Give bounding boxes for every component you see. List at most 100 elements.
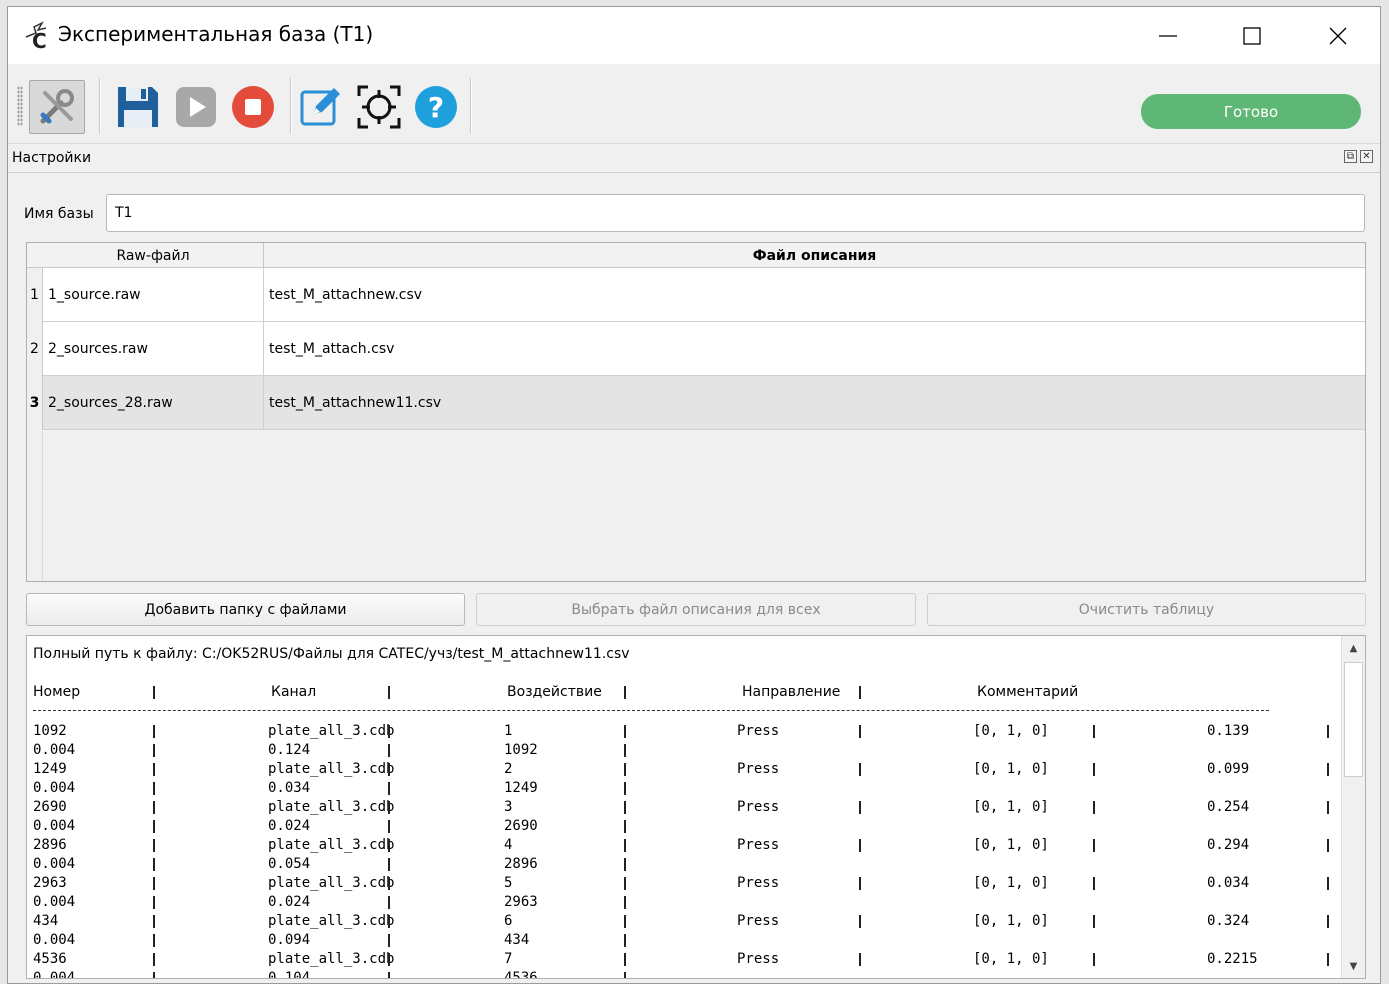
header-direction: Направление (742, 684, 841, 700)
target-button[interactable] (351, 80, 407, 134)
stop-button[interactable] (225, 80, 281, 134)
help-icon: ? (415, 86, 457, 128)
raw-file-cell[interactable]: 1_source.raw (43, 268, 264, 322)
cell-channel-second-line: 0.054 (268, 856, 311, 872)
column-divider (388, 877, 390, 890)
cell-direction: Press (737, 723, 780, 739)
cell-number-second-line: 0.004 (33, 780, 76, 796)
row-number[interactable]: 1 (27, 268, 43, 322)
play-icon (176, 87, 216, 127)
float-dock-button[interactable]: ⧉ (1344, 150, 1357, 163)
cell-number-second-line: 0.004 (33, 894, 76, 910)
column-divider (624, 915, 626, 928)
column-divider (1093, 953, 1095, 966)
settings-dock-header: Настройки ⧉ ✕ (8, 145, 1380, 173)
column-divider (153, 763, 155, 776)
toolbar-separator (290, 78, 291, 134)
cell-effect-second-line: 2690 (504, 818, 538, 834)
minimize-icon (1159, 34, 1177, 37)
column-divider (624, 763, 626, 776)
column-divider (1327, 839, 1329, 852)
cell-channel: plate_all_3.cdb (268, 913, 395, 929)
column-divider (388, 934, 390, 947)
vertical-scrollbar[interactable]: ▲ ▼ (1341, 636, 1365, 978)
cell-channel-second-line: 0.104 (268, 970, 311, 979)
column-divider (624, 934, 626, 947)
target-icon (357, 85, 401, 129)
save-button[interactable] (110, 80, 166, 134)
raw-file-cell[interactable]: 2_sources_28.raw (43, 376, 264, 430)
cell-effect: 1 (504, 723, 513, 739)
column-divider (153, 896, 155, 909)
table-row[interactable]: 1 1_source.raw test_M_attachnew.csv (27, 268, 1365, 322)
column-divider (388, 782, 390, 795)
help-button[interactable]: ? (408, 80, 464, 134)
clear-table-button[interactable]: Очистить таблицу (927, 593, 1366, 626)
row-number[interactable]: 2 (27, 322, 43, 376)
maximize-icon (1243, 26, 1261, 45)
description-file-cell[interactable]: test_M_attach.csv (264, 322, 1365, 376)
row-number[interactable]: 3 (27, 376, 43, 430)
cell-channel-second-line: 0.024 (268, 894, 311, 910)
settings-tool-button[interactable] (29, 80, 85, 134)
cell-vector: [0, 1, 0] (973, 761, 1049, 777)
column-divider (388, 820, 390, 833)
cell-channel-second-line: 0.124 (268, 742, 311, 758)
table-row[interactable]: 2 2_sources.raw test_M_attach.csv (27, 322, 1365, 376)
column-header-raw[interactable]: Raw-файл (43, 243, 264, 268)
column-divider (1093, 801, 1095, 814)
toolbar-separator (470, 78, 471, 134)
column-divider (388, 972, 390, 978)
cell-number-second-line: 0.004 (33, 856, 76, 872)
description-file-cell[interactable]: test_M_attachnew.csv (264, 268, 1365, 322)
cell-value: 0.324 (1207, 913, 1250, 929)
add-folder-button[interactable]: Добавить папку с файлами (26, 593, 465, 626)
column-header-description[interactable]: Файл описания (264, 243, 1365, 268)
db-name-input[interactable] (106, 194, 1365, 232)
cell-direction: Press (737, 837, 780, 853)
column-divider (859, 725, 861, 738)
cell-channel: plate_all_3.cdb (268, 837, 395, 853)
file-preview[interactable]: Полный путь к файлу: C:/OK52RUS/Файлы дл… (26, 635, 1366, 979)
table-row-selected[interactable]: 3 2_sources_28.raw test_M_attachnew11.cs… (27, 376, 1365, 430)
cell-channel: plate_all_3.cdb (268, 951, 395, 967)
svg-text:?: ? (428, 91, 444, 124)
maximize-button[interactable] (1208, 7, 1296, 64)
cell-number-second-line: 0.004 (33, 818, 76, 834)
play-button[interactable] (168, 80, 224, 134)
cell-vector: [0, 1, 0] (973, 913, 1049, 929)
cell-value: 0.2215 (1207, 951, 1258, 967)
cell-channel-second-line: 0.034 (268, 780, 311, 796)
edit-icon (300, 88, 340, 126)
cell-vector: [0, 1, 0] (973, 723, 1049, 739)
cell-number: 1249 (33, 761, 67, 777)
cell-value: 0.034 (1207, 875, 1250, 891)
cell-vector: [0, 1, 0] (973, 837, 1049, 853)
column-divider (859, 877, 861, 890)
toolbar-grip[interactable] (17, 86, 23, 126)
scroll-down-arrow-icon[interactable]: ▼ (1342, 954, 1365, 978)
close-button[interactable] (1294, 7, 1382, 64)
close-icon (1329, 27, 1347, 44)
close-dock-button[interactable]: ✕ (1360, 150, 1373, 163)
edit-button[interactable] (293, 80, 349, 134)
select-description-all-button[interactable]: Выбрать файл описания для всех (476, 593, 916, 626)
cell-effect: 4 (504, 837, 513, 853)
scroll-up-arrow-icon[interactable]: ▲ (1342, 636, 1365, 660)
cell-value: 0.254 (1207, 799, 1250, 815)
cell-number: 1092 (33, 723, 67, 739)
cell-number-second-line: 0.004 (33, 932, 76, 948)
files-table: Raw-файл Файл описания 1 1_source.raw te… (26, 242, 1366, 582)
table-empty-gutter (27, 431, 43, 581)
column-divider (388, 858, 390, 871)
raw-file-cell[interactable]: 2_sources.raw (43, 322, 264, 376)
cell-channel: plate_all_3.cdb (268, 761, 395, 777)
settings-form: Имя базы Raw-файл Файл описания 1 1_sour… (8, 173, 1380, 984)
cell-value: 0.294 (1207, 837, 1250, 853)
column-divider (153, 801, 155, 814)
column-divider (153, 915, 155, 928)
column-divider (859, 839, 861, 852)
scroll-thumb[interactable] (1344, 662, 1363, 777)
minimize-button[interactable] (1124, 7, 1212, 64)
description-file-cell[interactable]: test_M_attachnew11.csv (264, 376, 1365, 430)
